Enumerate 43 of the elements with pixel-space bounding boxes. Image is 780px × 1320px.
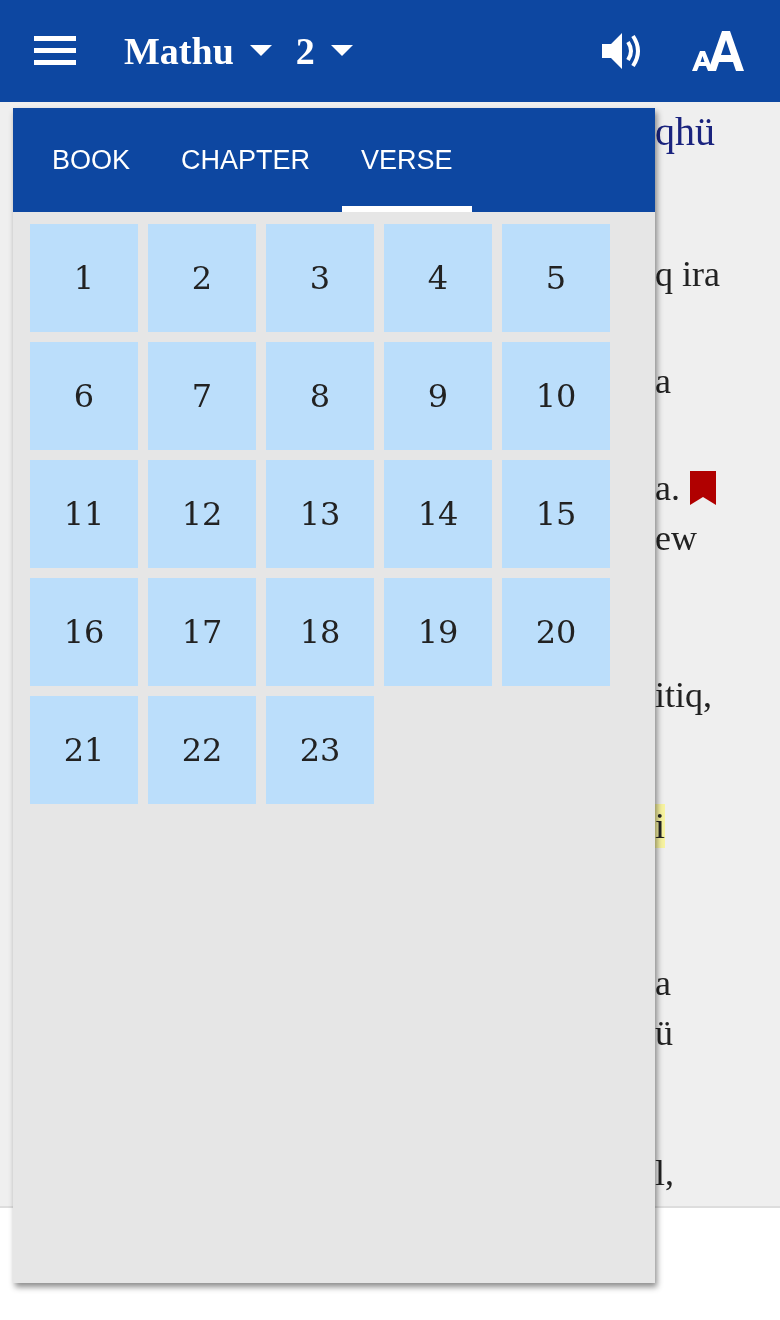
verse-button[interactable]: 19 bbox=[384, 578, 492, 686]
picker-tab[interactable]: CHAPTER bbox=[162, 108, 330, 212]
verse-button[interactable]: 20 bbox=[502, 578, 610, 686]
verse-button[interactable]: 4 bbox=[384, 224, 492, 332]
verse-button[interactable]: 13 bbox=[266, 460, 374, 568]
verse-button[interactable]: 22 bbox=[148, 696, 256, 804]
verse-button[interactable]: 11 bbox=[30, 460, 138, 568]
verse-button[interactable]: 17 bbox=[148, 578, 256, 686]
verse-button[interactable]: 10 bbox=[502, 342, 610, 450]
verse-button[interactable]: 1 bbox=[30, 224, 138, 332]
picker-tab[interactable]: VERSE bbox=[342, 108, 472, 212]
verse-button[interactable]: 16 bbox=[30, 578, 138, 686]
book-dropdown[interactable]: Mathu bbox=[124, 22, 272, 80]
verse-text: itiq, bbox=[655, 674, 712, 717]
verse-text: ü bbox=[655, 1012, 673, 1055]
verse-button[interactable]: 12 bbox=[148, 460, 256, 568]
verse-button[interactable]: 8 bbox=[266, 342, 374, 450]
bookmark-icon[interactable] bbox=[690, 471, 716, 505]
verse-button[interactable]: 6 bbox=[30, 342, 138, 450]
verse-button[interactable]: 15 bbox=[502, 460, 610, 568]
verse-button[interactable]: 9 bbox=[384, 342, 492, 450]
verse-button[interactable]: 23 bbox=[266, 696, 374, 804]
caret-icon bbox=[330, 45, 353, 57]
verse-text: i bbox=[655, 804, 665, 848]
picker-tab[interactable]: BOOK bbox=[33, 108, 150, 212]
verse-text: q ira bbox=[655, 253, 720, 296]
chapter-dropdown[interactable]: 2 bbox=[295, 22, 353, 80]
verse-button[interactable]: 7 bbox=[148, 342, 256, 450]
verse-button[interactable]: 18 bbox=[266, 578, 374, 686]
verse-button[interactable]: 3 bbox=[266, 224, 374, 332]
heading-text: qhü bbox=[655, 110, 715, 154]
verse-text: a bbox=[655, 360, 671, 403]
verse-text: l, bbox=[655, 1152, 674, 1195]
verse-button[interactable]: 2 bbox=[148, 224, 256, 332]
caret-icon bbox=[249, 45, 272, 57]
menu-icon bbox=[34, 35, 76, 67]
verse-text: a bbox=[655, 962, 671, 1005]
menu-button[interactable] bbox=[34, 35, 76, 67]
verse-button[interactable]: 5 bbox=[502, 224, 610, 332]
verse-text: ew bbox=[655, 517, 697, 560]
verse-button[interactable]: 21 bbox=[30, 696, 138, 804]
verse-text: a. bbox=[655, 467, 680, 510]
verse-button[interactable]: 14 bbox=[384, 460, 492, 568]
